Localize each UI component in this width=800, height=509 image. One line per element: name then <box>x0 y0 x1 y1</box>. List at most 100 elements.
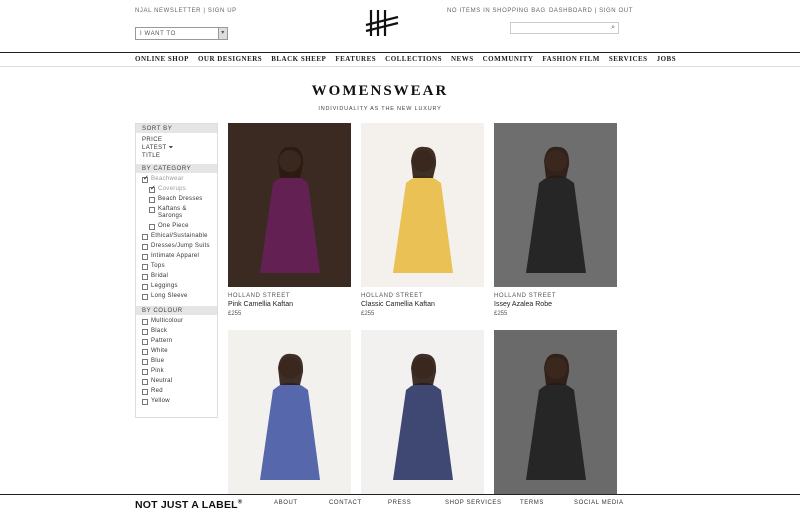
category-checkbox[interactable] <box>142 244 148 250</box>
colour-checkbox[interactable] <box>142 389 148 395</box>
product-card[interactable]: HOLLAND STREET Pink Camellia Kaftan £255 <box>228 123 351 317</box>
product-brand[interactable]: HOLLAND STREET <box>361 293 484 299</box>
nav-item-online-shop[interactable]: ONLINE SHOP <box>135 55 189 63</box>
category-checkbox[interactable] <box>149 185 156 193</box>
colour-checkbox[interactable] <box>142 359 148 365</box>
category-filter-item[interactable]: One Piece <box>149 223 211 230</box>
product-card[interactable] <box>361 330 484 494</box>
colour-filter-item[interactable]: White <box>142 348 211 355</box>
footer-logo[interactable]: NOT JUST A LABEL® <box>135 499 242 509</box>
colour-filter-item[interactable]: Pink <box>142 368 211 375</box>
category-checkbox[interactable] <box>142 294 148 300</box>
category-checkbox[interactable] <box>142 264 148 270</box>
footer-link-social-media[interactable]: SOCIAL MEDIA <box>574 500 624 506</box>
product-image[interactable] <box>361 123 484 287</box>
product-photo <box>228 330 351 494</box>
nav-item-services[interactable]: SERVICES <box>609 55 648 63</box>
footer-link-about[interactable]: ABOUT <box>274 500 298 506</box>
shopping-bag-status[interactable]: NO ITEMS IN SHOPPING BAG <box>447 8 546 14</box>
colour-filter-item[interactable]: Blue <box>142 358 211 365</box>
colour-label: Black <box>151 328 168 334</box>
category-filter-item[interactable]: Beach Dresses <box>149 196 211 203</box>
nav-item-fashion-film[interactable]: FASHION FILM <box>542 55 599 63</box>
product-brand[interactable]: HOLLAND STREET <box>228 293 351 299</box>
colour-checkbox[interactable] <box>142 339 148 345</box>
category-filter-item[interactable]: Ethical/Sustainable <box>142 233 211 240</box>
category-filter-item[interactable]: Coverups <box>149 185 211 193</box>
category-checkbox[interactable] <box>142 254 148 260</box>
product-name[interactable]: Pink Camellia Kaftan <box>228 301 351 308</box>
signout-link[interactable]: SIGN OUT <box>599 8 633 14</box>
nav-item-features[interactable]: FEATURES <box>335 55 376 63</box>
category-checkbox[interactable] <box>142 175 149 183</box>
category-filter-item[interactable]: Dresses/Jump Suits <box>142 243 211 250</box>
product-image[interactable] <box>228 123 351 287</box>
colour-filter-item[interactable]: Pattern <box>142 338 211 345</box>
product-photo <box>494 123 617 287</box>
sort-option-title[interactable]: TITLE <box>142 152 211 160</box>
product-name[interactable]: Issey Azalea Robe <box>494 301 617 308</box>
footer-link-shop-services[interactable]: SHOP SERVICES <box>445 500 502 506</box>
signup-link[interactable]: SIGN UP <box>208 8 237 14</box>
nav-item-black-sheep[interactable]: BLACK SHEEP <box>271 55 326 63</box>
search-icon[interactable]: ⌕ <box>611 24 615 32</box>
category-filter-item[interactable]: Kaftans & Sarongs <box>149 206 211 220</box>
search-input[interactable]: ⌕ <box>510 22 619 34</box>
filter-sidebar: SORT BY PRICE LATEST ⏷ TITLE BY CATEGORY… <box>135 123 218 418</box>
colour-checkbox[interactable] <box>142 369 148 375</box>
category-filter-item[interactable]: Long Sleeve <box>142 293 211 300</box>
product-image[interactable] <box>494 123 617 287</box>
category-label: Beach Dresses <box>158 196 203 202</box>
category-label: Beachwear <box>151 176 184 182</box>
footer-link-terms[interactable]: TERMS <box>520 500 544 506</box>
category-filter-item[interactable]: Intimate Apparel <box>142 253 211 260</box>
product-price: £255 <box>361 311 375 317</box>
product-card[interactable]: HOLLAND STREET Classic Camellia Kaftan £25… <box>361 123 484 317</box>
product-image[interactable] <box>361 330 484 494</box>
colour-checkbox[interactable] <box>142 329 148 335</box>
category-label: Bridal <box>151 273 169 279</box>
colour-checkbox[interactable] <box>142 319 148 325</box>
colour-filter-item[interactable]: Neutral <box>142 378 211 385</box>
product-image[interactable] <box>494 330 617 494</box>
colour-filter-item[interactable]: Yellow <box>142 398 211 405</box>
footer-link-press[interactable]: PRESS <box>388 500 411 506</box>
site-logo-icon[interactable] <box>365 8 399 38</box>
colour-checkbox[interactable] <box>142 399 148 405</box>
category-filter-item[interactable]: Tops <box>142 263 211 270</box>
product-card[interactable]: HOLLAND STREET Issey Azalea Robe £255 <box>494 123 617 317</box>
colour-checkbox[interactable] <box>142 379 148 385</box>
nav-item-collections[interactable]: COLLECTIONS <box>385 55 442 63</box>
colour-filter-item[interactable]: Multicolour <box>142 318 211 325</box>
product-card[interactable] <box>228 330 351 494</box>
category-checkbox[interactable] <box>149 207 155 213</box>
by-colour-heading: BY COLOUR <box>136 306 217 315</box>
category-checkbox[interactable] <box>142 234 148 240</box>
newsletter-link[interactable]: NJAL NEWSLETTER <box>135 8 201 14</box>
product-image[interactable] <box>228 330 351 494</box>
nav-item-jobs[interactable]: JOBS <box>657 55 677 63</box>
colour-filter-item[interactable]: Red <box>142 388 211 395</box>
colour-checkbox[interactable] <box>142 349 148 355</box>
colour-filter-item[interactable]: Black <box>142 328 211 335</box>
category-filter-item[interactable]: Beachwear <box>142 175 211 183</box>
category-filter-item[interactable]: Leggings <box>142 283 211 290</box>
nav-item-our-designers[interactable]: OUR DESIGNERS <box>198 55 262 63</box>
category-filter-item[interactable]: Bridal <box>142 273 211 280</box>
footer-link-contact[interactable]: CONTACT <box>329 500 362 506</box>
category-checkbox[interactable] <box>142 284 148 290</box>
nav-item-community[interactable]: COMMUNITY <box>483 55 534 63</box>
product-brand[interactable]: HOLLAND STREET <box>494 293 617 299</box>
sort-option-latest[interactable]: LATEST ⏷ <box>142 144 211 152</box>
category-checkbox[interactable] <box>149 197 155 203</box>
product-card[interactable] <box>494 330 617 494</box>
sort-option-price[interactable]: PRICE <box>142 136 211 144</box>
category-checkbox[interactable] <box>142 274 148 280</box>
category-checkbox[interactable] <box>149 224 155 230</box>
nav-item-news[interactable]: NEWS <box>451 55 474 63</box>
product-photo <box>228 123 351 287</box>
product-name[interactable]: Classic Camellia Kaftan <box>361 301 484 308</box>
i-want-to-select[interactable]: I WANT TO ▾ <box>135 27 228 40</box>
dashboard-link[interactable]: DASHBOARD <box>549 8 592 14</box>
category-label: Coverups <box>158 186 187 192</box>
